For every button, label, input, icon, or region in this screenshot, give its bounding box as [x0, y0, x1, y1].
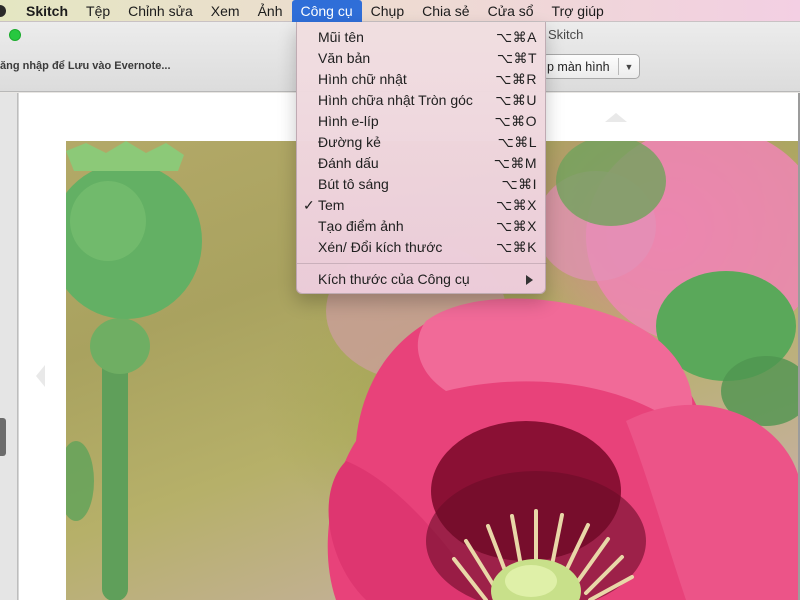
menu-item-label: Văn bản — [318, 50, 371, 66]
menu-item-shortcut: ⌥⌘X — [496, 218, 537, 234]
zoom-window-button[interactable] — [9, 29, 21, 41]
menu-help[interactable]: Trợ giúp — [543, 0, 613, 22]
menu-item-shortcut: ⌥⌘I — [501, 176, 537, 192]
apple-menu-icon[interactable] — [0, 0, 10, 22]
tools-menu-item-ellipse[interactable]: Hình e-líp ⌥⌘O — [297, 111, 547, 132]
menu-item-shortcut: ⌥⌘T — [496, 50, 537, 66]
menu-view[interactable]: Xem — [202, 0, 249, 22]
menu-item-label: Hình chữ nhật — [318, 71, 407, 87]
menu-window[interactable]: Cửa sổ — [479, 0, 543, 22]
tools-menu-item-rectangle[interactable]: Hình chữ nhật ⌥⌘R — [297, 69, 547, 90]
window-title: Skitch — [548, 27, 584, 42]
bud-stem — [102, 341, 128, 600]
tools-menu-item-crop-resize[interactable]: Xén/ Đổi kích thước ⌥⌘K — [297, 237, 547, 258]
capture-button-label: p màn hình — [547, 59, 610, 74]
nav-up-arrow-icon[interactable] — [605, 113, 627, 122]
dropdown-arrow-icon[interactable]: ▼ — [619, 62, 639, 72]
menu-item-label: Kích thước của Công cụ — [318, 271, 470, 287]
menu-edit[interactable]: Chỉnh sửa — [119, 0, 202, 22]
menu-item-shortcut: ⌥⌘U — [495, 92, 537, 108]
tools-menu-item-text[interactable]: Văn bản ⌥⌘T — [297, 48, 547, 69]
menu-separator — [297, 263, 547, 264]
menu-item-shortcut: ⌥⌘K — [496, 239, 537, 255]
menu-item-label: Đánh dấu — [318, 155, 379, 171]
menu-image[interactable]: Ảnh — [249, 0, 292, 22]
menu-file[interactable]: Tệp — [77, 0, 119, 22]
menu-item-shortcut: ⌥⌘M — [493, 155, 537, 171]
menu-item-shortcut: ⌥⌘L — [497, 134, 537, 150]
bg-green-bud — [66, 441, 94, 521]
menu-item-shortcut: ⌥⌘X — [496, 197, 537, 213]
sidebar-drag-handle[interactable] — [0, 418, 6, 456]
menu-item-label: Xén/ Đổi kích thước — [318, 239, 443, 255]
menu-item-shortcut: ⌥⌘O — [494, 113, 537, 129]
evernote-signin-link[interactable]: ăng nhập để Lưu vào Evernote... — [0, 60, 171, 72]
tools-menu-item-stamp[interactable]: ✓ Tem ⌥⌘X — [297, 195, 547, 216]
tools-menu-item-line[interactable]: Đường kẻ ⌥⌘L — [297, 132, 547, 153]
checkmark-icon: ✓ — [303, 197, 315, 213]
bud-highlight — [70, 181, 146, 261]
menu-app-name[interactable]: Skitch — [10, 0, 77, 22]
bud-crown — [66, 141, 184, 171]
menu-tools[interactable]: Công cụ — [291, 0, 362, 22]
menu-bar: Skitch Tệp Chỉnh sửa Xem Ảnh Công cụ Chụ… — [0, 0, 800, 22]
left-gutter — [0, 93, 18, 600]
tools-menu-item-marker[interactable]: Đánh dấu ⌥⌘M — [297, 153, 547, 174]
submenu-arrow-icon — [526, 275, 533, 285]
tools-menu-item-highlighter[interactable]: Bút tô sáng ⌥⌘I — [297, 174, 547, 195]
menu-item-label: Tạo điểm ảnh — [318, 218, 404, 234]
nav-left-arrow-icon[interactable] — [36, 365, 45, 387]
menu-item-label: Mũi tên — [318, 29, 364, 45]
menu-item-label: Tem — [318, 197, 345, 213]
tools-menu-item-rounded-rectangle[interactable]: Hình chữa nhật Tròn góc ⌥⌘U — [297, 90, 547, 111]
tools-menu-item-tool-size[interactable]: Kích thước của Công cụ — [297, 269, 547, 290]
menu-item-label: Hình e-líp — [318, 113, 379, 129]
bud-neck — [90, 318, 150, 374]
menu-item-label: Hình chữa nhật Tròn góc — [318, 92, 473, 108]
poppy-seed-pod-highlight — [505, 565, 557, 597]
menu-item-label: Đường kẻ — [318, 134, 381, 150]
capture-button[interactable]: p màn hình ▼ — [542, 54, 640, 79]
tools-menu-item-arrow[interactable]: Mũi tên ⌥⌘A — [297, 27, 547, 48]
tools-menu: Mũi tên ⌥⌘A Văn bản ⌥⌘T Hình chữ nhật ⌥⌘… — [296, 22, 547, 294]
menu-item-shortcut: ⌥⌘R — [495, 71, 537, 87]
menu-share[interactable]: Chia sẻ — [413, 0, 478, 22]
menu-item-shortcut: ⌥⌘A — [496, 29, 537, 45]
menu-capture[interactable]: Chụp — [362, 0, 413, 22]
tools-menu-item-pixelate[interactable]: Tạo điểm ảnh ⌥⌘X — [297, 216, 547, 237]
menu-item-label: Bút tô sáng — [318, 176, 389, 192]
